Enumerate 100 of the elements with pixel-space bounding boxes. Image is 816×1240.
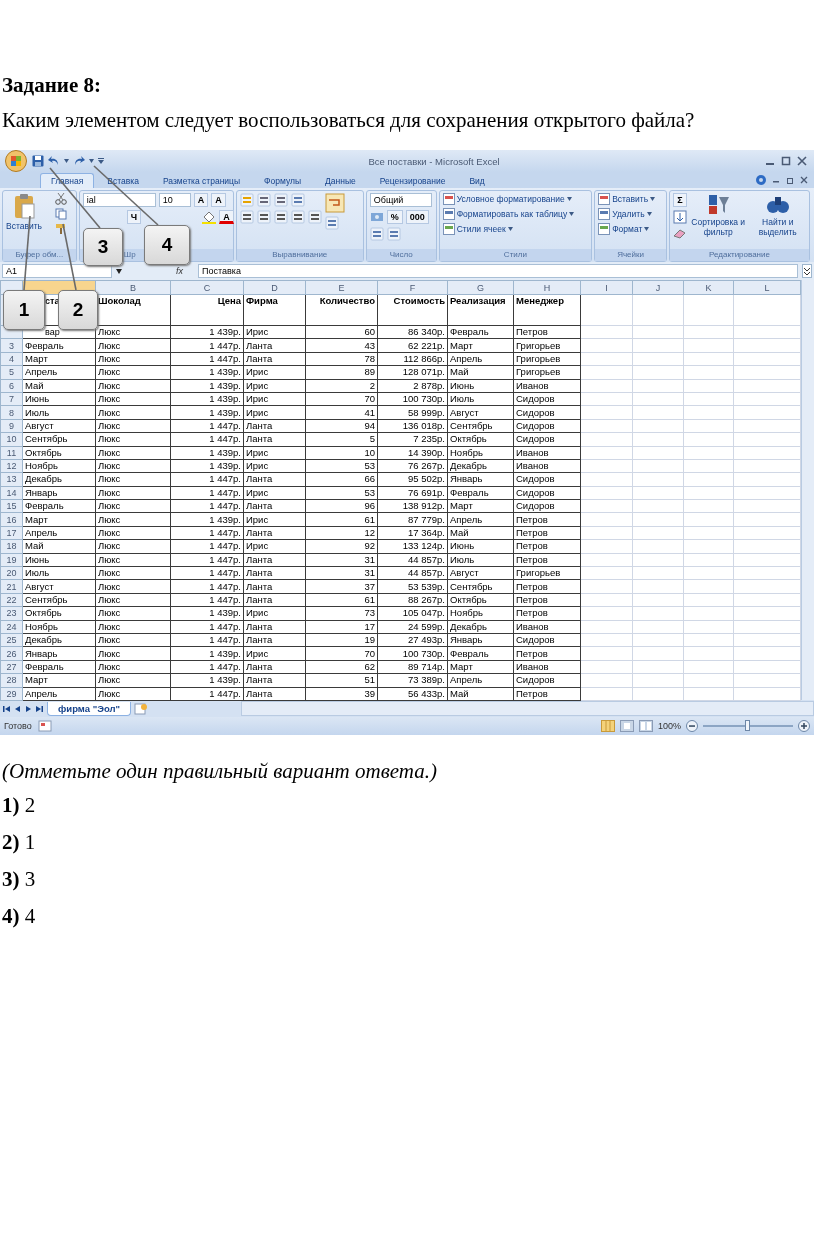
redo-icon[interactable] <box>73 155 85 167</box>
editing-button[interactable]: Сортировка и фильтр <box>690 193 747 247</box>
caret-icon[interactable] <box>507 227 513 231</box>
table-cell: Люкс <box>95 365 171 380</box>
eraser-icon[interactable] <box>673 227 687 239</box>
caret-icon[interactable] <box>89 159 94 163</box>
font-size-field[interactable]: 10 <box>158 193 191 207</box>
office-button[interactable] <box>4 150 28 172</box>
column-header[interactable]: H <box>513 280 581 295</box>
group-label: Число <box>389 250 413 259</box>
name-box[interactable]: A1 <box>2 264 112 278</box>
table-cell: Ланта <box>243 579 306 594</box>
column-header[interactable]: B <box>95 280 171 295</box>
editing-button[interactable]: Найти и выделить <box>749 193 806 247</box>
sheet-tab[interactable]: фирма "Эол" <box>47 701 132 716</box>
fill-color-icon[interactable] <box>202 210 217 224</box>
scissors-icon[interactable] <box>55 193 68 205</box>
table-cell: Ланта <box>243 687 306 701</box>
table-cell: 58 999р. <box>377 405 448 420</box>
column-header[interactable]: K <box>683 280 734 295</box>
table-cell: Петров <box>513 512 581 527</box>
zoom-out-icon[interactable] <box>686 720 698 732</box>
table-cell: 10 <box>305 446 378 460</box>
cell-menu-button[interactable]: Формат <box>598 223 656 235</box>
callout-label: 4 <box>144 225 190 265</box>
column-header[interactable]: I <box>580 280 633 295</box>
zoom-slider-thumb[interactable] <box>745 720 750 731</box>
column-header[interactable]: G <box>447 280 514 295</box>
caret-icon[interactable] <box>650 197 656 201</box>
macro-icon[interactable] <box>37 720 52 732</box>
help-icon[interactable] <box>756 175 766 185</box>
ribbon-tab[interactable]: Рецензирование <box>368 173 457 188</box>
caret-icon[interactable] <box>566 197 572 201</box>
horizontal-scrollbar[interactable] <box>241 701 814 716</box>
expand-icon[interactable] <box>802 264 812 278</box>
last-sheet-icon[interactable] <box>36 704 44 713</box>
column-header[interactable]: L <box>733 280 801 295</box>
zoom-in-icon[interactable] <box>798 720 810 732</box>
formula-field[interactable]: Поставка <box>198 264 798 278</box>
customize-icon[interactable] <box>98 158 104 164</box>
ribbon-tab[interactable]: Формулы <box>253 173 313 188</box>
table-cell: Цена <box>170 294 244 326</box>
function-button[interactable]: fx <box>176 266 194 276</box>
ribbon-tab[interactable]: Разметка страницы <box>151 173 252 188</box>
table-cell: 43 <box>305 338 378 353</box>
close-icon[interactable] <box>800 176 808 184</box>
maximize-icon[interactable] <box>780 156 792 166</box>
sort-filter-icon[interactable] <box>706 193 731 215</box>
column-header[interactable]: E <box>305 280 378 295</box>
clipboard-icon[interactable] <box>13 193 35 219</box>
next-sheet-icon[interactable] <box>25 704 33 713</box>
caret-icon[interactable] <box>64 159 69 163</box>
caret-icon[interactable] <box>569 212 575 216</box>
column-header[interactable]: D <box>243 280 306 295</box>
page-break-icon[interactable] <box>638 720 653 732</box>
page-layout-icon[interactable] <box>619 720 634 732</box>
caret-icon[interactable] <box>644 227 650 231</box>
font-field[interactable]: ial <box>82 193 156 207</box>
column-header[interactable]: C <box>170 280 244 295</box>
style-menu-button[interactable]: Условное форматирование <box>442 193 575 205</box>
cell-menu-button[interactable]: Удалить <box>598 208 656 220</box>
copy-icon[interactable] <box>55 208 68 220</box>
first-sheet-icon[interactable] <box>3 704 11 713</box>
column-header[interactable]: J <box>632 280 684 295</box>
table-cell: 70 <box>305 646 378 661</box>
grow-font-button[interactable]: A <box>193 193 209 207</box>
table-cell: Люкс <box>95 512 171 527</box>
column-header[interactable]: F <box>377 280 448 295</box>
font-color-button[interactable]: A <box>219 210 234 224</box>
style-menu-button[interactable]: Стили ячеек <box>442 223 575 235</box>
dropdown-icon[interactable] <box>116 268 122 274</box>
table-cell: Май <box>22 539 96 554</box>
underline-button[interactable]: Ч <box>126 210 142 224</box>
fill-icon[interactable] <box>673 210 687 224</box>
table-cell: Ирис <box>243 459 306 473</box>
autosum-button[interactable]: Σ <box>673 193 687 207</box>
vertical-scrollbar[interactable] <box>801 280 814 700</box>
ribbon-tab[interactable]: Вид <box>458 173 496 188</box>
table-cell: Люкс <box>95 338 171 353</box>
table-cell: Ирис <box>243 325 306 339</box>
table-cell: Сидоров <box>513 633 581 647</box>
restore-icon[interactable] <box>786 176 794 184</box>
close-icon[interactable] <box>796 156 808 166</box>
ribbon-tab[interactable]: Данные <box>314 173 367 188</box>
number-format-field[interactable]: Общий <box>369 193 432 207</box>
save-icon[interactable] <box>32 155 44 167</box>
shrink-font-button[interactable]: A <box>211 193 226 207</box>
table-cell: 39 <box>305 687 378 701</box>
answer-option: 3) 3 <box>2 867 816 891</box>
percent-button[interactable]: % <box>386 210 403 224</box>
undo-icon[interactable] <box>48 155 60 167</box>
cell-menu-button[interactable]: Вставить <box>598 193 656 205</box>
previous-sheet-icon[interactable] <box>14 704 22 713</box>
table-cell: Март <box>22 673 96 688</box>
zoom-level[interactable]: 100% <box>657 721 681 731</box>
thousands-button[interactable]: 000 <box>405 210 429 224</box>
table-cell: Ирис <box>243 539 306 554</box>
caret-icon[interactable] <box>646 212 652 216</box>
style-menu-button[interactable]: Форматировать как таблицу <box>442 208 575 220</box>
brush-icon[interactable] <box>55 223 68 235</box>
